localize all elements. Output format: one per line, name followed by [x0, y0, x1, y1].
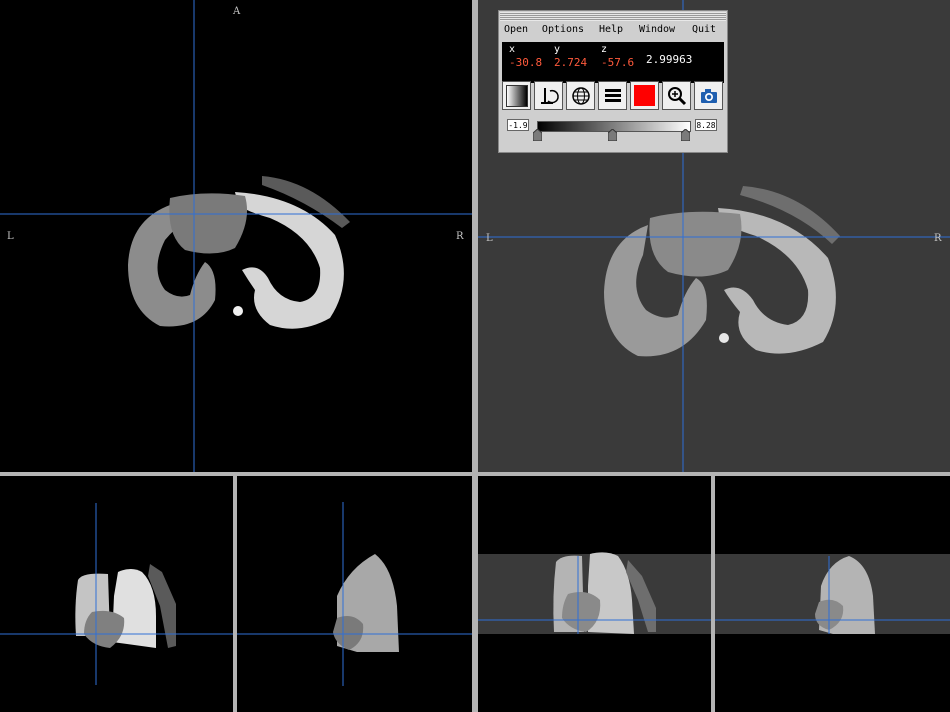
orientation-reset-icon — [540, 87, 559, 104]
menu-bar: Open Options Help Window Quit — [499, 22, 727, 38]
color-swatch-button[interactable] — [630, 81, 659, 110]
y-label: y — [554, 44, 561, 55]
window-max-field[interactable]: 8.28 — [695, 119, 717, 131]
layers-button[interactable] — [598, 81, 627, 110]
grayscale-gradient-button[interactable] — [502, 81, 531, 110]
x-label: x — [509, 44, 516, 55]
coordinate-display: x y z -30.8 2.724 -57.6 2.99963 — [502, 42, 724, 83]
y-value: 2.724 — [554, 56, 588, 69]
menu-window[interactable]: Window — [629, 22, 685, 38]
z-value: -57.6 — [601, 56, 635, 69]
overlay-coronal-image — [478, 552, 711, 634]
menu-quit[interactable]: Quit — [685, 22, 723, 38]
zoom-icon — [667, 86, 686, 105]
intensity-value: 2.99963 — [646, 53, 693, 66]
overlay-left-label: L — [486, 233, 493, 244]
control-window[interactable]: Open Options Help Window Quit x y z -30.… — [498, 10, 728, 153]
toolbar — [502, 81, 723, 111]
window-min-field[interactable]: -1.9 — [507, 119, 529, 131]
anterior-label: A — [233, 6, 241, 17]
menu-options[interactable]: Options — [533, 22, 593, 38]
max-handle[interactable] — [681, 129, 690, 141]
axial-slice-image — [0, 0, 472, 472]
menu-open[interactable]: Open — [499, 22, 533, 38]
z-label: z — [601, 44, 608, 55]
camera-button[interactable] — [694, 81, 723, 110]
orientation-reset-button[interactable] — [534, 81, 563, 110]
heart-shape — [169, 193, 248, 254]
min-handle[interactable] — [533, 129, 542, 141]
sagittal-view-panel[interactable] — [237, 476, 472, 712]
spine-marker — [233, 306, 243, 316]
globe-icon — [571, 86, 590, 105]
x-value: -30.8 — [509, 56, 543, 69]
sagittal-slice-image — [237, 502, 472, 686]
window-title-bar[interactable] — [500, 12, 726, 21]
color-swatch-icon — [634, 85, 655, 106]
overlay-sagittal-panel[interactable] — [715, 476, 950, 712]
mid-handle[interactable] — [608, 129, 617, 141]
window-level-slider[interactable]: -1.9 8.28 — [507, 119, 719, 145]
camera-icon — [700, 88, 717, 103]
overlay-heart — [649, 211, 742, 277]
coronal-view-panel[interactable] — [0, 476, 233, 712]
axial-view-panel[interactable]: A L R — [0, 0, 472, 472]
right-label: R — [456, 231, 464, 242]
left-label: L — [7, 231, 14, 242]
menu-help[interactable]: Help — [593, 22, 629, 38]
coronal-slice-image — [0, 503, 233, 685]
zoom-button[interactable] — [662, 81, 691, 110]
globe-button[interactable] — [566, 81, 595, 110]
overlay-right-label: R — [934, 233, 942, 244]
overlay-spine-marker — [719, 333, 729, 343]
grayscale-gradient-icon — [505, 84, 528, 107]
overlay-sagittal-image — [715, 554, 950, 634]
overlay-coronal-panel[interactable] — [478, 476, 711, 712]
layers-icon — [604, 88, 621, 102]
